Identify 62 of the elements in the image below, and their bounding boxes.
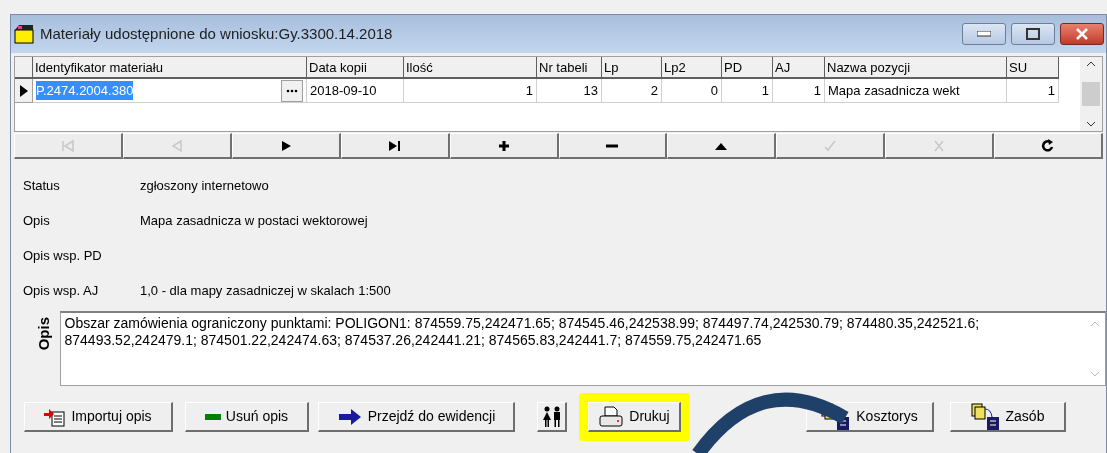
close-button[interactable] [1060,23,1104,45]
column-header[interactable]: Nazwa pozycji [825,57,1007,79]
field-value: zgłoszony internetowo [140,176,269,195]
maximize-button[interactable] [1011,23,1055,45]
column-header[interactable]: Lp2 [662,57,722,79]
navigator-button[interactable] [231,133,341,159]
navigator-button[interactable] [340,133,450,159]
field-value: Mapa zasadnicza w postaci wektorowej [140,211,368,230]
minus-icon [204,412,221,421]
table-cell-text: 1 [525,81,533,100]
column-header[interactable]: Lp [602,57,662,79]
ellipsis-button[interactable] [281,79,303,102]
memo-field[interactable] [59,311,1106,386]
navigator-button[interactable] [994,133,1104,159]
window-title: Materiały udostępnione do wniosku:Gy.3300.14.2018 [40,23,393,44]
documents-to-cabinet-icon [821,402,852,431]
chevron-up-icon [1086,61,1096,67]
chevron-up-icon [1089,321,1100,327]
table-cell-text: 2 [650,81,658,100]
column-header[interactable]: AJ [773,57,825,79]
field-label: Opis wsp. PD [23,246,103,265]
navigator-button[interactable] [667,133,777,159]
action-button[interactable]: Zasób [950,402,1066,432]
import-document-icon [44,406,67,427]
documents-to-cabinet-icon [970,402,1001,431]
action-button[interactable]: Drukuj [588,402,681,432]
close-icon [1075,28,1089,40]
action-button[interactable]: Importuj opis [24,402,173,432]
column-header[interactable]: Identyfikator materiału [33,57,307,79]
navigator-button[interactable] [558,133,668,159]
column-header[interactable]: SU [1007,57,1059,79]
table-cell-text: 2018-09-10 [310,81,377,100]
field-label: Opis [23,211,51,230]
column-header[interactable]: Data kopii [307,57,404,79]
field-value: 1,0 - dla mapy zasadniczej w skalach 1:500 [140,281,391,300]
arrow-right-icon [336,407,363,426]
printer-icon [598,405,625,428]
memo-text: Obszar zamówienia ograniczony punktami: POLIGON1: 874559.75,242471.65; 874545.46,242538.99; 874497.74,242530.79; 874480.35,242521.6; 874493.52,242479.1; 874501.22,242474.63; 874537.26,242441.21; 874565.83,242441.7; 874559.75,242471.65 [63,314,981,350]
people-button[interactable] [537,402,567,432]
minimize-button[interactable] [962,23,1006,45]
field-label: Status [23,176,61,195]
maximize-icon [1026,28,1040,40]
table-cell-text: 13 [583,81,598,100]
chevron-down-icon [1086,121,1096,127]
action-button[interactable]: Usuń opis [185,402,309,432]
table-cell-text: 0 [710,81,718,100]
app-icon [13,24,35,44]
scrollbar[interactable] [1080,57,1102,131]
chevron-down-icon [1089,371,1100,377]
table-cell-text: Mapa zasadnicza wekt [828,81,960,100]
memo-label: Opis [34,317,53,351]
ellipsis-icon [286,88,298,93]
minimize-icon [977,31,991,37]
table-cell-text: 1 [761,81,769,100]
navigator-button[interactable] [449,133,559,159]
table-cell-text: 1 [813,81,821,100]
column-header[interactable]: Nr tabeli [537,57,602,79]
column-header[interactable]: Ilość [404,57,537,79]
table-cell-text: 1 [1047,81,1055,100]
column-header[interactable]: PD [722,57,773,79]
field-label: Opis wsp. AJ [23,281,100,300]
action-button[interactable]: Przejdź do ewidencji [318,402,515,432]
